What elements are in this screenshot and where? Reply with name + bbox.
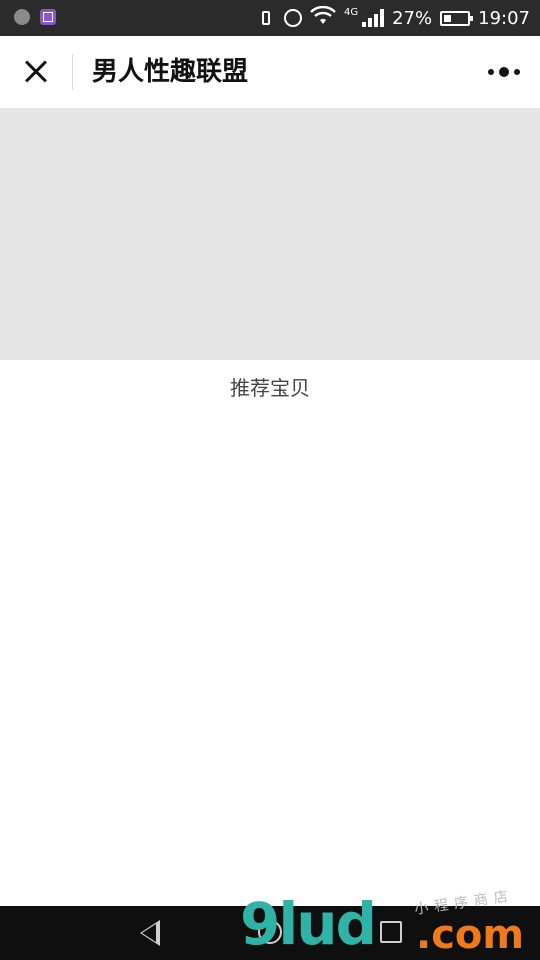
battery-percent: 27% (392, 7, 433, 29)
back-icon[interactable] (140, 920, 160, 946)
battery-icon (440, 10, 474, 26)
system-icons: 4G 27% 19:07 (256, 0, 530, 36)
network-type: 4G (343, 6, 359, 18)
page-title: 男人性趣联盟 (92, 57, 249, 87)
app-notification-icon (14, 9, 30, 25)
clock: 19:07 (478, 7, 530, 29)
alarm-icon (283, 9, 302, 27)
watermark-logo: 9lud 小程序商店 .com (240, 888, 540, 960)
recommend-section-label: 推荐宝贝 (230, 376, 310, 400)
banner-placeholder[interactable] (0, 108, 540, 360)
watermark-suffix-text: .com (416, 912, 525, 958)
gallery-notification-icon (40, 9, 56, 25)
status-bar: 4G 27% 19:07 (0, 0, 540, 36)
page-header: 男人性趣联盟 (0, 36, 540, 109)
close-icon[interactable] (18, 54, 54, 90)
vibrate-icon (261, 11, 270, 25)
watermark-main-text: 9lud (240, 890, 377, 958)
header-divider (72, 54, 73, 90)
signal-icon (362, 9, 385, 27)
wifi-icon (310, 5, 336, 30)
notification-icons (14, 9, 56, 25)
more-options-icon[interactable] (486, 62, 522, 82)
